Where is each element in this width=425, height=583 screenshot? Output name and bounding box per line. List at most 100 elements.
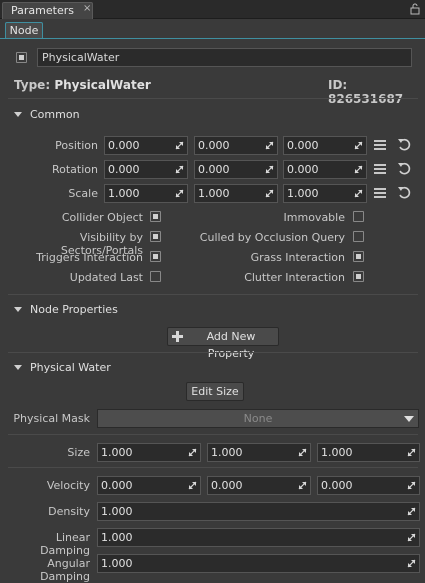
flag-collider-object-label: Collider Object	[61, 211, 143, 224]
drag-arrow-icon[interactable]	[407, 533, 416, 542]
section-physical-water-header[interactable]: Physical Water	[14, 361, 111, 374]
node-id: ID: 826531687	[328, 78, 425, 106]
lock-icon[interactable]	[410, 3, 420, 15]
drag-arrow-icon[interactable]	[265, 189, 274, 198]
linear-damping-label: Linear Damping	[40, 531, 90, 557]
scale-label: Scale	[68, 187, 98, 200]
chevron-down-icon	[404, 416, 414, 422]
drag-arrow-icon[interactable]	[188, 448, 197, 457]
drag-arrow-icon[interactable]	[298, 481, 307, 490]
rotation-z-field[interactable]: 0.000	[283, 160, 367, 179]
drag-arrow-icon[interactable]	[175, 165, 184, 174]
drag-arrow-icon[interactable]	[175, 189, 184, 198]
plus-icon	[172, 331, 183, 342]
scale-x-value: 1.000	[108, 187, 140, 200]
tab-underline	[0, 38, 425, 39]
divider	[8, 434, 418, 435]
drag-arrow-icon[interactable]	[188, 481, 197, 490]
velocity-label: Velocity	[46, 479, 90, 492]
size-z-field[interactable]: 1.000	[317, 443, 420, 462]
rotation-reset-icon[interactable]	[397, 162, 411, 176]
drag-arrow-icon[interactable]	[407, 448, 416, 457]
flag-triggers-interaction-checkbox[interactable]	[150, 251, 161, 262]
position-x-value: 0.000	[108, 139, 140, 152]
flag-grass-interaction-checkbox[interactable]	[353, 251, 364, 262]
section-physical-water-title: Physical Water	[30, 361, 111, 374]
drag-arrow-icon[interactable]	[265, 141, 274, 150]
drag-arrow-icon[interactable]	[265, 165, 274, 174]
velocity-z-field[interactable]: 0.000	[317, 476, 420, 495]
angular-damping-value: 1.000	[101, 557, 133, 570]
velocity-z-value: 0.000	[321, 479, 353, 492]
parameters-tab-label: Parameters	[11, 4, 74, 17]
density-field[interactable]: 1.000	[97, 502, 420, 521]
rotation-y-value: 0.000	[198, 163, 230, 176]
velocity-y-field[interactable]: 0.000	[207, 476, 311, 495]
position-y-field[interactable]: 0.000	[194, 136, 278, 155]
angular-damping-field[interactable]: 1.000	[97, 554, 420, 573]
drag-arrow-icon[interactable]	[175, 141, 184, 150]
divider	[8, 467, 418, 468]
rotation-x-value: 0.000	[108, 163, 140, 176]
collapse-triangle-icon	[14, 306, 22, 312]
drag-arrow-icon[interactable]	[354, 189, 363, 198]
edit-size-button[interactable]: Edit Size	[186, 382, 244, 401]
flag-clutter-interaction-checkbox[interactable]	[353, 271, 364, 282]
flag-updated-last-label: Updated Last	[69, 271, 143, 284]
velocity-y-value: 0.000	[211, 479, 243, 492]
node-type: Type: PhysicalWater	[14, 78, 151, 92]
tab-node[interactable]: Node	[5, 22, 43, 38]
position-menu-icon[interactable]	[374, 140, 386, 150]
position-y-value: 0.000	[198, 139, 230, 152]
physical-mask-dropdown[interactable]: None	[97, 409, 419, 428]
divider	[8, 98, 418, 99]
scale-x-field[interactable]: 1.000	[104, 184, 188, 203]
physical-mask-label: Physical Mask	[13, 412, 90, 425]
divider	[8, 294, 418, 295]
scale-reset-icon[interactable]	[397, 186, 411, 200]
size-label: Size	[67, 446, 90, 459]
drag-arrow-icon[interactable]	[407, 507, 416, 516]
position-reset-icon[interactable]	[397, 138, 411, 152]
size-y-field[interactable]: 1.000	[207, 443, 311, 462]
drag-arrow-icon[interactable]	[407, 559, 416, 568]
position-label: Position	[55, 139, 98, 152]
linear-damping-value: 1.000	[101, 531, 133, 544]
density-label: Density	[48, 505, 90, 518]
drag-arrow-icon[interactable]	[298, 448, 307, 457]
size-x-field[interactable]: 1.000	[97, 443, 201, 462]
section-node-properties-header[interactable]: Node Properties	[14, 303, 118, 316]
scale-y-field[interactable]: 1.000	[194, 184, 278, 203]
position-z-field[interactable]: 0.000	[283, 136, 367, 155]
scale-menu-icon[interactable]	[374, 188, 386, 198]
drag-arrow-icon[interactable]	[407, 481, 416, 490]
linear-damping-field[interactable]: 1.000	[97, 528, 420, 547]
physical-mask-value: None	[243, 412, 273, 425]
rotation-menu-icon[interactable]	[374, 164, 386, 174]
scale-z-field[interactable]: 1.000	[283, 184, 367, 203]
flag-culled-checkbox[interactable]	[353, 231, 364, 242]
flag-visibility-checkbox[interactable]	[150, 231, 161, 242]
add-new-property-label: Add New Property	[206, 330, 256, 360]
collapse-triangle-icon	[14, 364, 22, 370]
position-x-field[interactable]: 0.000	[104, 136, 188, 155]
velocity-x-field[interactable]: 0.000	[97, 476, 201, 495]
rotation-x-field[interactable]: 0.000	[104, 160, 188, 179]
parameters-tab[interactable]: Parameters ×	[2, 2, 93, 19]
close-icon[interactable]: ×	[83, 3, 91, 14]
node-enabled-checkbox[interactable]	[16, 52, 27, 63]
add-new-property-button[interactable]: Add New Property	[167, 327, 279, 360]
section-common-title: Common	[30, 108, 80, 121]
flag-clutter-interaction-label: Clutter Interaction	[244, 271, 345, 284]
density-value: 1.000	[101, 505, 133, 518]
flag-collider-object-checkbox[interactable]	[150, 211, 161, 222]
section-common-header[interactable]: Common	[14, 108, 80, 121]
velocity-x-value: 0.000	[101, 479, 133, 492]
flag-updated-last-checkbox[interactable]	[150, 271, 161, 282]
section-node-properties-title: Node Properties	[30, 303, 118, 316]
node-name-input[interactable]: PhysicalWater	[37, 48, 412, 67]
drag-arrow-icon[interactable]	[354, 141, 363, 150]
rotation-y-field[interactable]: 0.000	[194, 160, 278, 179]
drag-arrow-icon[interactable]	[354, 165, 363, 174]
flag-immovable-checkbox[interactable]	[353, 211, 364, 222]
